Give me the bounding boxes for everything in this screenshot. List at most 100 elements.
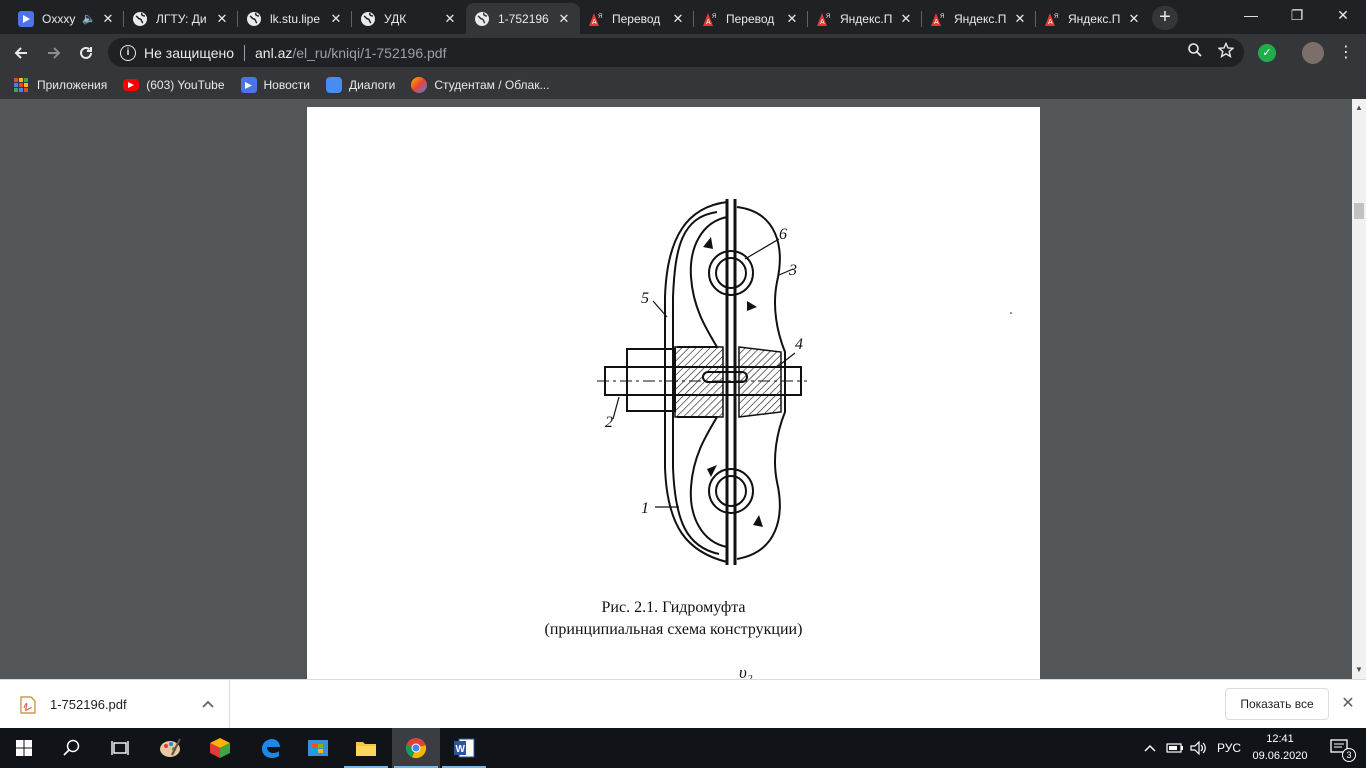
figure-label: 4: [795, 336, 803, 353]
battery-icon[interactable]: [1164, 728, 1186, 768]
profile-avatar[interactable]: [1302, 42, 1324, 64]
menu-icon[interactable]: ⋮: [1338, 42, 1354, 64]
forward-button[interactable]: [40, 39, 68, 67]
window-close-icon[interactable]: ✕: [1320, 0, 1366, 30]
chevron-up-icon[interactable]: [1140, 728, 1160, 768]
tab-3[interactable]: lk.stu.lipe ✕: [238, 3, 352, 34]
figure-caption-title: Рис. 2.1. Гидромуфта: [601, 599, 746, 616]
apps-icon: [14, 78, 28, 92]
paint-icon[interactable]: [146, 728, 194, 768]
pdf-page: 6 3 5 4 2 1 Рис. 2.1. Гидромуфта (принци…: [307, 107, 1040, 679]
download-file-name: 1-752196.pdf: [50, 697, 127, 712]
svg-text:A: A: [706, 19, 711, 26]
svg-text:A: A: [934, 19, 939, 26]
globe-icon: [474, 11, 490, 27]
globe-icon: [360, 11, 376, 27]
chevron-up-icon[interactable]: [198, 694, 218, 714]
reload-button[interactable]: [72, 39, 100, 67]
play-icon: [18, 10, 34, 27]
figure-label: 5: [641, 290, 649, 307]
windows-start-icon[interactable]: [0, 728, 48, 768]
extension-check-icon[interactable]: ✓: [1258, 44, 1276, 62]
bookmark-youtube[interactable]: (603) YouTube: [123, 78, 225, 92]
pdf-viewer: 6 3 5 4 2 1 Рис. 2.1. Гидромуфта (принци…: [0, 99, 1352, 679]
minimize-icon[interactable]: —: [1228, 0, 1274, 30]
bookmarks-bar: Приложения (603) YouTube Новости Диалоги…: [0, 71, 1366, 99]
bookmark-label: (603) YouTube: [146, 78, 225, 92]
close-icon[interactable]: ✕: [1126, 11, 1142, 27]
tab-title: 1-752196: [498, 11, 549, 26]
arrow-right-icon: [48, 47, 61, 59]
url-path: /el_ru/kniqi/1-752196.pdf: [292, 44, 447, 61]
back-button[interactable]: [7, 39, 35, 67]
tab-7[interactable]: AЯ Перевод ✕: [694, 3, 808, 34]
bookmark-dialogs[interactable]: Диалоги: [325, 77, 396, 93]
scrollbar-thumb[interactable]: [1354, 203, 1364, 219]
figure-label: 2: [605, 414, 613, 431]
close-downloads-icon[interactable]: ✕: [1338, 692, 1358, 716]
svg-text:A: A: [820, 19, 825, 26]
language-indicator[interactable]: РУС: [1212, 728, 1246, 768]
tab-title: УДК: [384, 11, 407, 26]
tab-10[interactable]: AЯ Яндекс.П ✕: [1036, 3, 1150, 34]
bookmark-star-icon[interactable]: [1216, 41, 1236, 62]
task-view-icon[interactable]: [96, 728, 144, 768]
bookmark-cloud[interactable]: Студентам / Облак...: [411, 77, 549, 93]
bookmark-news[interactable]: Новости: [240, 77, 310, 93]
tab-6[interactable]: AЯ Перевод ✕: [580, 3, 694, 34]
close-icon[interactable]: ✕: [556, 11, 572, 27]
speaker-icon[interactable]: 🔈: [82, 12, 96, 25]
zoom-icon[interactable]: [1185, 42, 1205, 62]
3d-builder-icon[interactable]: [196, 728, 244, 768]
tab-8[interactable]: AЯ Яндекс.П ✕: [808, 3, 922, 34]
store-icon[interactable]: [294, 728, 342, 768]
notification-count: 3: [1342, 748, 1356, 762]
edge-icon[interactable]: [246, 728, 294, 768]
tab-2[interactable]: ЛГТУ: Ди ✕: [124, 3, 238, 34]
close-icon[interactable]: ✕: [898, 11, 914, 27]
tab-title: ЛГТУ: Ди: [156, 11, 207, 26]
formula-fragment: υ₂: [739, 663, 753, 679]
tab-1[interactable]: Oxxxy 🔈 ✕: [10, 3, 124, 34]
restore-icon[interactable]: ❐: [1274, 0, 1320, 30]
yandex-translate-icon: AЯ: [702, 11, 718, 27]
pdf-file-icon: [20, 695, 36, 714]
bookmark-label: Приложения: [37, 78, 108, 92]
close-icon[interactable]: ✕: [1012, 11, 1028, 27]
close-icon[interactable]: ✕: [328, 11, 344, 27]
new-tab-button[interactable]: +: [1152, 6, 1178, 30]
close-icon[interactable]: ✕: [670, 11, 686, 27]
download-item[interactable]: 1-752196.pdf: [0, 680, 230, 729]
chrome-icon[interactable]: [392, 728, 440, 768]
search-icon[interactable]: [48, 728, 96, 768]
yandex-translate-icon: AЯ: [1044, 11, 1060, 27]
notifications-icon[interactable]: 3: [1320, 728, 1360, 768]
figure-caption-subtitle: (принципиальная схема конструкции): [544, 621, 803, 638]
close-icon[interactable]: ✕: [214, 11, 230, 27]
figure-label: 6: [779, 226, 787, 243]
tab-strip: Oxxxy 🔈 ✕ ЛГТУ: Ди ✕ lk.stu.lipe ✕ УДК ✕…: [0, 0, 1366, 34]
file-explorer-icon[interactable]: [342, 728, 390, 768]
scroll-down-icon[interactable]: ▼: [1352, 663, 1366, 677]
info-icon[interactable]: i: [120, 44, 136, 61]
show-all-downloads-button[interactable]: Показать все: [1225, 688, 1329, 720]
page-scrollbar[interactable]: ▲ ▼: [1352, 99, 1366, 679]
tab-9[interactable]: AЯ Яндекс.П ✕: [922, 3, 1036, 34]
chat-icon: [325, 77, 342, 93]
svg-text:W: W: [456, 744, 466, 755]
tab-4[interactable]: УДК ✕: [352, 3, 466, 34]
close-icon[interactable]: ✕: [784, 11, 800, 27]
tab-5-active[interactable]: 1-752196 ✕: [466, 3, 580, 34]
clock[interactable]: 12:41 09.06.2020: [1244, 731, 1316, 765]
scroll-up-icon[interactable]: ▲: [1352, 101, 1366, 115]
address-bar[interactable]: i Не защищено anl.az/el_ru/kniqi/1-75219…: [108, 38, 1244, 67]
bookmark-apps[interactable]: Приложения: [14, 78, 107, 92]
close-icon[interactable]: ✕: [100, 11, 116, 27]
yandex-translate-icon: AЯ: [816, 11, 832, 27]
close-icon[interactable]: ✕: [442, 11, 458, 27]
volume-icon[interactable]: [1188, 728, 1210, 768]
tab-title: Перевод: [726, 11, 775, 26]
bookmark-label: Диалоги: [348, 78, 396, 92]
svg-text:Я: Я: [1054, 14, 1058, 20]
word-icon[interactable]: W: [440, 728, 488, 768]
